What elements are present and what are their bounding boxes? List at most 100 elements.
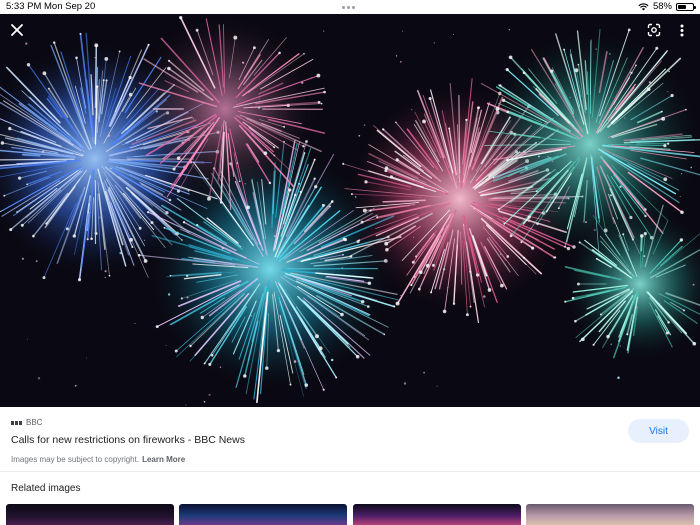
result-title[interactable]: Calls for new restrictions on fireworks … — [11, 434, 245, 446]
sparkle — [585, 221, 587, 223]
sparkle — [104, 270, 107, 273]
sparkle — [25, 42, 28, 45]
sparkle — [41, 150, 45, 153]
sparkle — [442, 268, 446, 271]
sparkle — [101, 165, 104, 168]
sparkle — [690, 166, 693, 169]
sparkle — [165, 344, 167, 346]
sparkle — [26, 338, 28, 340]
sparkle — [610, 343, 613, 346]
copyright-notice: Images may be subject to copyright. Learn… — [11, 455, 185, 464]
sparkle — [79, 145, 82, 148]
sparkle — [330, 358, 334, 362]
sparkle — [399, 60, 402, 63]
sparkle — [403, 382, 407, 385]
sparkle — [236, 162, 239, 165]
sparkle — [433, 42, 435, 44]
sparkle — [679, 196, 681, 197]
source-name: BBC — [26, 418, 43, 427]
source-row[interactable]: BBC — [11, 418, 42, 427]
status-date: Mon Sep 20 — [44, 1, 96, 12]
battery-percent: 58% — [652, 1, 672, 12]
sparkle — [341, 267, 343, 269]
sparkle — [98, 216, 101, 219]
sparkle — [500, 253, 502, 255]
sparkle — [203, 400, 206, 403]
sparkle — [436, 385, 438, 387]
sparkle — [321, 213, 324, 216]
sparkle — [185, 404, 187, 406]
sparkle — [608, 52, 611, 55]
sparkle — [395, 55, 398, 57]
sparkle — [37, 377, 41, 380]
sparkle — [667, 91, 669, 93]
sparkle — [619, 345, 622, 347]
sparkle — [595, 48, 598, 51]
sparkle — [547, 156, 549, 158]
sparkle — [343, 162, 345, 164]
visit-button[interactable]: Visit — [628, 419, 689, 443]
sparkle — [593, 228, 597, 232]
sparkle — [181, 141, 184, 144]
sparkle — [400, 295, 402, 296]
sparkle — [94, 56, 96, 59]
related-image-thumbnail[interactable] — [179, 504, 347, 525]
fireworks-image — [0, 14, 700, 407]
sparkle — [244, 183, 246, 185]
sparkle — [219, 366, 222, 368]
sparkle — [242, 61, 245, 64]
sparkle — [635, 306, 638, 309]
status-right: 58% — [638, 1, 696, 12]
sparkle — [311, 77, 313, 79]
close-button[interactable] — [5, 18, 29, 42]
copyright-text: Images may be subject to copyright. — [11, 455, 140, 464]
learn-more-link[interactable]: Learn More — [142, 455, 185, 464]
divider — [0, 471, 700, 472]
sparkle — [301, 81, 304, 84]
sparkle — [423, 371, 425, 374]
more-options-button[interactable] — [670, 18, 694, 42]
sparkle — [250, 314, 253, 317]
sparkle — [668, 70, 670, 73]
sparkle — [208, 393, 211, 397]
sparkle — [569, 96, 571, 98]
sparkle — [86, 357, 88, 359]
sparkle — [293, 360, 297, 363]
related-image-thumbnail[interactable] — [6, 504, 174, 525]
sparkle — [104, 276, 106, 279]
sparkle — [692, 283, 695, 286]
sparkle — [637, 201, 640, 204]
sparkle — [216, 274, 218, 276]
sparkle — [483, 295, 486, 298]
close-icon — [11, 24, 23, 36]
related-image-thumbnail[interactable] — [526, 504, 694, 525]
sparkle — [155, 110, 158, 113]
sparkle — [648, 81, 652, 84]
sparkle — [354, 196, 357, 198]
related-image-thumbnail[interactable] — [353, 504, 521, 525]
sparkle — [221, 246, 225, 250]
sparkle — [419, 290, 421, 292]
sparkle — [551, 160, 554, 163]
sparkle — [681, 173, 683, 175]
multitasking-dots-icon[interactable] — [342, 6, 355, 9]
sparkle — [258, 98, 261, 100]
sparkle — [74, 384, 77, 387]
sparkle — [363, 124, 366, 126]
sparkle — [402, 30, 404, 32]
sparkle — [192, 117, 195, 120]
sparkle — [323, 30, 325, 32]
sparkle — [643, 255, 646, 258]
sparkle — [273, 235, 276, 238]
sparkle — [452, 33, 454, 36]
sparkle — [659, 303, 661, 305]
sparkle — [447, 287, 449, 289]
bbc-logo-icon — [11, 420, 22, 425]
google-lens-button[interactable] — [642, 18, 666, 42]
sparkle — [413, 236, 415, 238]
image-viewer[interactable] — [0, 14, 700, 407]
wifi-icon — [638, 2, 649, 11]
related-images-strip[interactable] — [0, 504, 700, 525]
sparkle — [623, 117, 626, 119]
sparkle — [143, 239, 146, 242]
